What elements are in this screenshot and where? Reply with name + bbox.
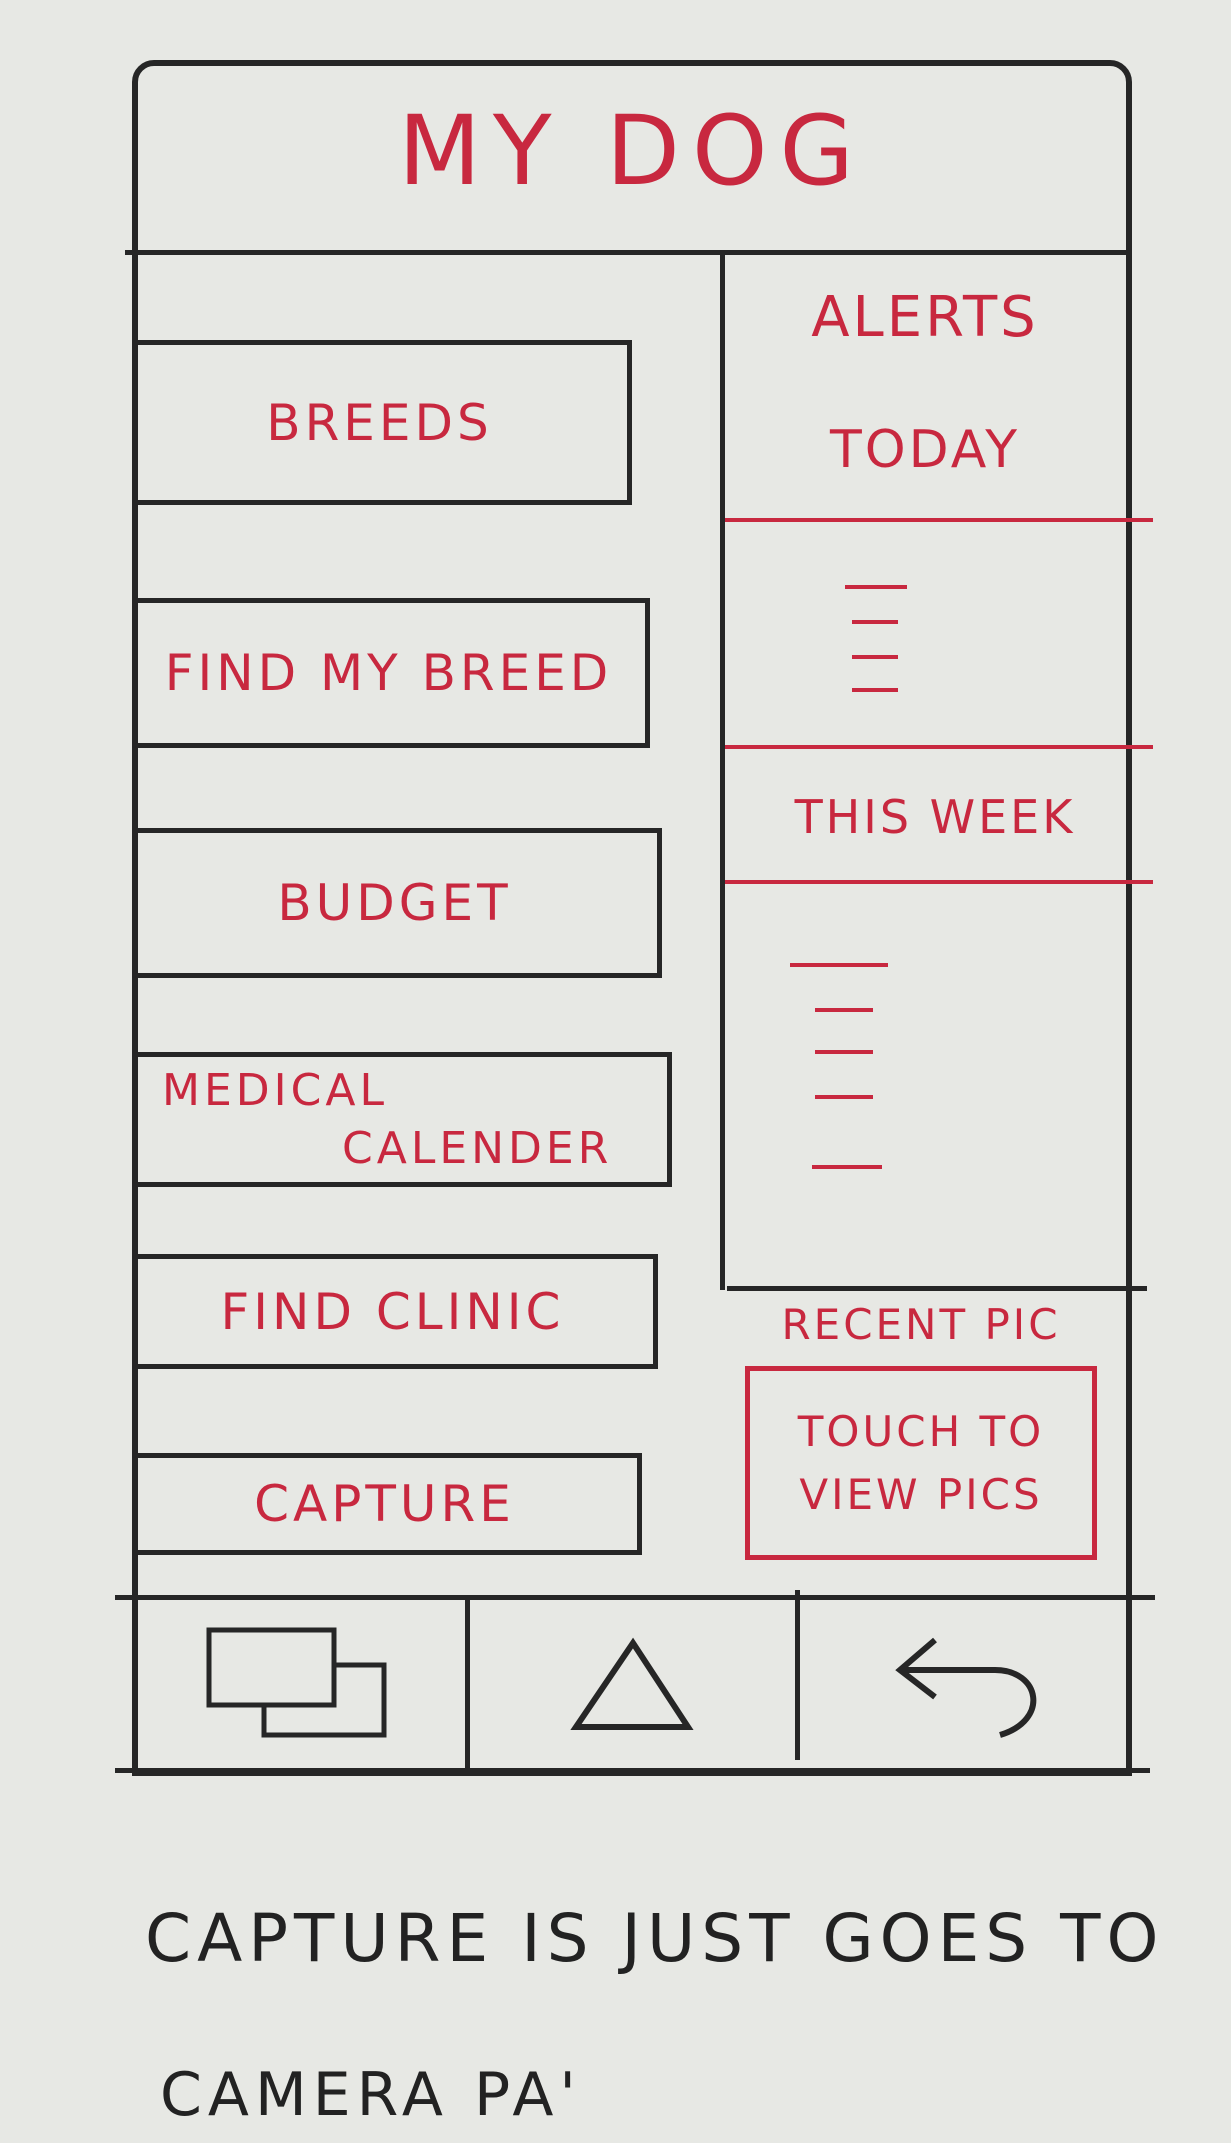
back-button[interactable] [800, 1600, 1130, 1770]
nav-bar-bottom [115, 1768, 1150, 1773]
back-arrow-icon [895, 1637, 1037, 1738]
recent-apps-icon [206, 1627, 386, 1738]
capture-button[interactable]: CAPTURE [132, 1453, 642, 1555]
week-alert-line [815, 1008, 873, 1012]
touch-to-label: TOUCH TO [797, 1407, 1045, 1456]
recent-pic-tile[interactable]: TOUCH TO VIEW PICS [745, 1366, 1097, 1560]
week-alert-line [815, 1050, 873, 1054]
medical-label: MEDICAL [162, 1065, 388, 1117]
home-button[interactable] [470, 1600, 795, 1770]
today-alert-line [845, 585, 907, 589]
header-divider [125, 250, 1132, 255]
breeds-button[interactable]: BREEDS [132, 340, 632, 505]
week-alert-line [812, 1165, 882, 1169]
today-alert-line [852, 620, 898, 624]
find-clinic-button[interactable]: FIND CLINIC [132, 1254, 658, 1369]
calender-label: CALENDER [342, 1122, 613, 1174]
budget-button[interactable]: BUDGET [132, 828, 662, 978]
recent-pic-label: RECENT PIC [781, 1300, 1061, 1349]
today-heading: TODAY [829, 420, 1021, 480]
find-my-breed-label: FIND MY BREED [164, 644, 613, 702]
alerts-panel-bottom [727, 1286, 1147, 1291]
note-line-2: CAMERA PA' [160, 2060, 582, 2130]
this-week-heading: THIS WEEK [794, 790, 1076, 844]
today-alert-line [852, 688, 898, 692]
medical-calender-button[interactable]: MEDICAL CALENDER [132, 1052, 672, 1187]
this-week-bottom-divider [725, 880, 1153, 884]
find-clinic-label: FIND CLINIC [220, 1282, 565, 1341]
alerts-heading: ALERTS [811, 285, 1039, 350]
week-alert-line [790, 963, 888, 967]
today-divider [725, 518, 1153, 522]
find-my-breed-button[interactable]: FIND MY BREED [132, 598, 650, 748]
week-alert-line [815, 1095, 873, 1099]
note-line-1: CAPTURE IS JUST GOES TO [145, 1900, 1165, 1977]
today-alert-line [852, 655, 898, 659]
home-triangle-icon [569, 1637, 694, 1730]
recent-apps-button[interactable] [132, 1600, 465, 1770]
column-divider [720, 255, 725, 1290]
breeds-label: BREEDS [266, 393, 493, 452]
view-pics-label: VIEW PICS [799, 1470, 1043, 1519]
capture-label: CAPTURE [254, 1475, 515, 1533]
this-week-top-divider [725, 745, 1153, 749]
app-title: MY DOG [398, 95, 866, 207]
budget-label: BUDGET [277, 874, 512, 932]
